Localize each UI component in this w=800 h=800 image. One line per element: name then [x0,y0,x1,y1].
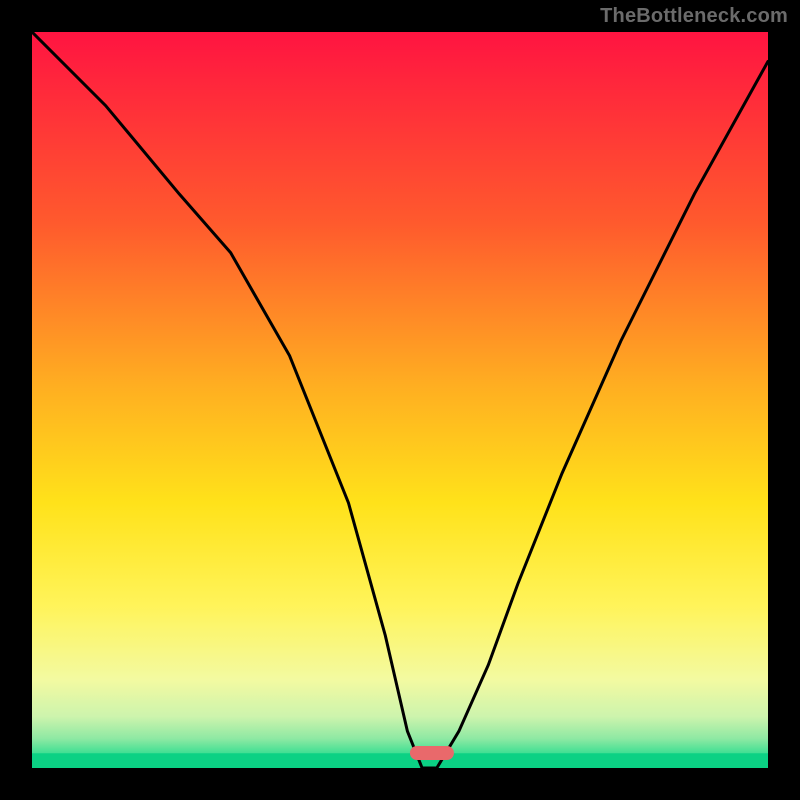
chart-frame: TheBottleneck.com [0,0,800,800]
gradient-rect [32,32,768,768]
chart-svg [32,32,768,768]
watermark-text: TheBottleneck.com [600,5,788,28]
plot-area [32,32,768,768]
bottom-green-band [32,753,768,768]
optimal-marker [410,746,454,760]
